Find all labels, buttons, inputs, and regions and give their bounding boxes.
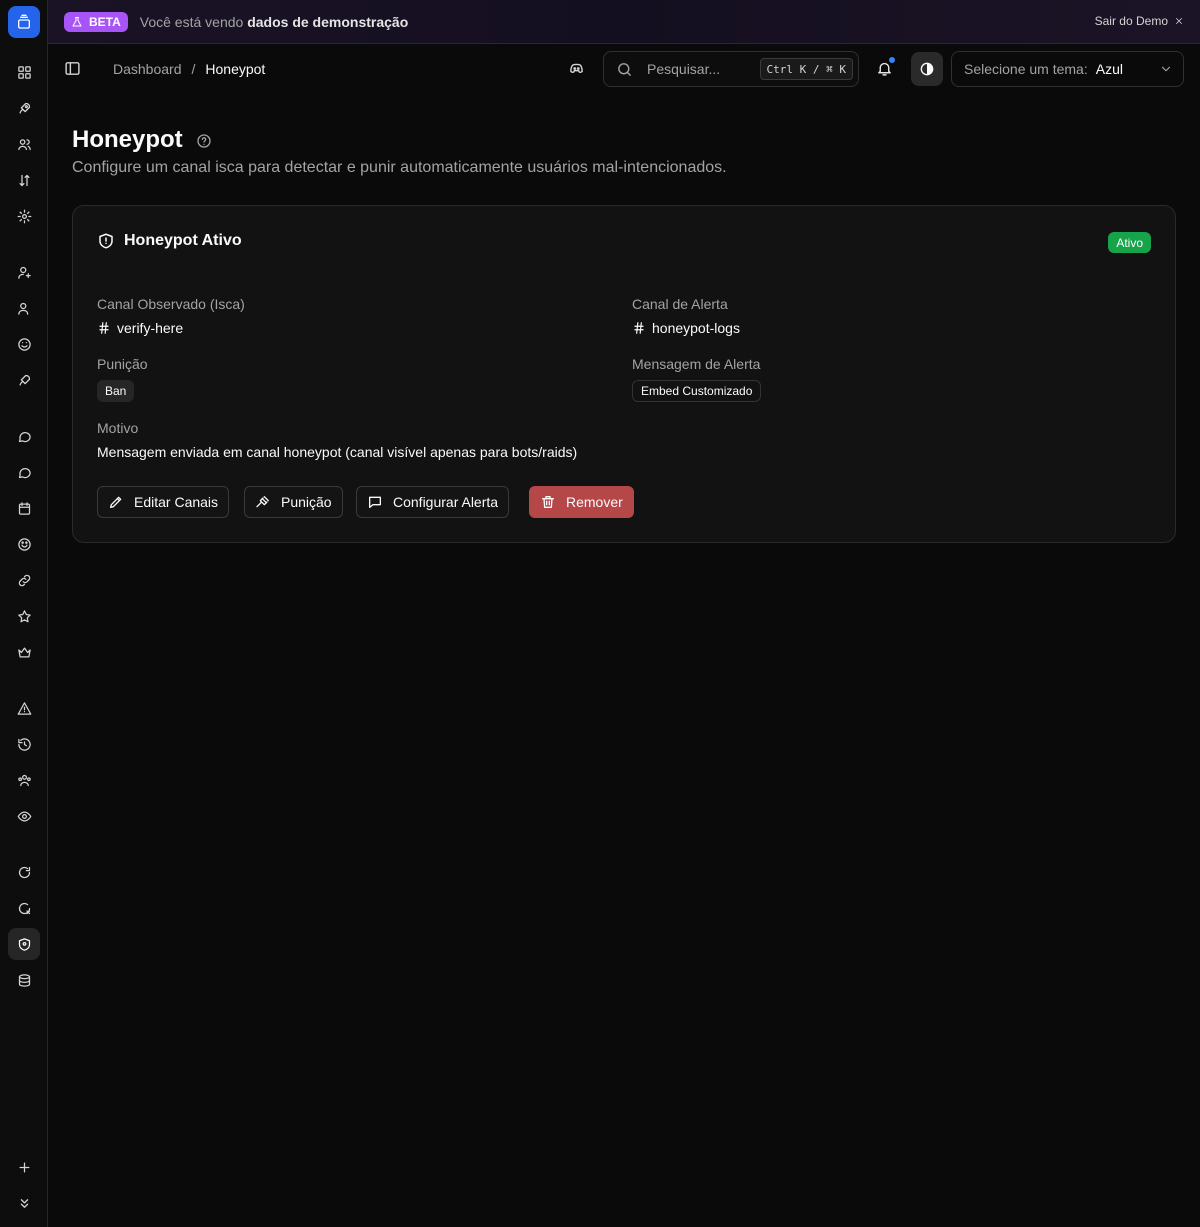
crown-icon[interactable] xyxy=(8,636,40,668)
user-check-icon[interactable] xyxy=(8,292,40,324)
theme-select-label: Selecione um tema: xyxy=(964,61,1088,77)
breadcrumb: Dashboard / Honeypot xyxy=(113,61,265,77)
punishment-button[interactable]: Punição xyxy=(244,486,343,518)
message-square-icon xyxy=(369,496,381,508)
page-title: Honeypot xyxy=(72,126,183,153)
beta-badge-label: BETA xyxy=(89,14,121,29)
watched-channel-value: verify-here xyxy=(97,320,183,336)
link-icon[interactable] xyxy=(8,564,40,596)
chat-bubble-icon[interactable] xyxy=(8,456,40,488)
chevrons-down-icon[interactable] xyxy=(8,1187,40,1219)
card-title-text: Honeypot Ativo xyxy=(124,232,242,249)
eye-icon[interactable] xyxy=(8,800,40,832)
remove-button[interactable]: Remover xyxy=(529,486,634,518)
users-icon[interactable] xyxy=(8,128,40,160)
punishment-label: Punição xyxy=(97,356,148,372)
team-icon[interactable] xyxy=(8,764,40,796)
honeypot-shield-icon[interactable] xyxy=(8,928,40,960)
dashboard-grid-icon[interactable] xyxy=(8,56,40,88)
search-placeholder: Pesquisar... xyxy=(647,61,721,77)
shield-x-icon[interactable] xyxy=(8,892,40,924)
panel-left-icon xyxy=(65,62,80,75)
database-icon[interactable] xyxy=(8,964,40,996)
demo-banner-text: Você está vendo dados de demonstração xyxy=(139,13,409,30)
boost-rocket-icon[interactable] xyxy=(8,364,40,396)
contrast-icon xyxy=(920,62,934,76)
shield-alert-icon xyxy=(99,233,113,249)
warning-triangle-icon[interactable] xyxy=(8,692,40,724)
breadcrumb-separator: / xyxy=(191,61,196,77)
theme-toggle-button[interactable] xyxy=(911,52,943,86)
hash-icon xyxy=(99,322,109,334)
message-circle-icon[interactable] xyxy=(8,420,40,452)
app-logo-icon[interactable] xyxy=(8,6,40,38)
sort-arrows-icon[interactable] xyxy=(8,164,40,196)
sidebar xyxy=(0,0,48,1227)
rocket-icon[interactable] xyxy=(8,92,40,124)
user-plus-icon[interactable] xyxy=(8,256,40,288)
plus-icon[interactable] xyxy=(8,1151,40,1183)
demo-banner: BETA Você está vendo dados de demonstraç… xyxy=(48,0,1200,44)
discord-button[interactable] xyxy=(568,60,585,77)
trash-icon xyxy=(542,496,554,508)
alert-message-label: Mensagem de Alerta xyxy=(632,356,761,372)
card-title: Honeypot Ativo xyxy=(97,232,242,250)
hash-icon xyxy=(634,322,644,334)
notification-dot xyxy=(889,57,895,63)
page-subtitle: Configure um canal isca para detectar e … xyxy=(72,159,727,176)
gamepad-icon xyxy=(570,63,583,74)
close-icon xyxy=(1176,18,1182,24)
beta-badge: BETA xyxy=(64,11,128,32)
exit-demo-button[interactable]: Sair do Demo xyxy=(1095,14,1184,28)
status-badge: Ativo xyxy=(1108,232,1151,253)
reason-label: Motivo xyxy=(97,420,139,436)
flask-icon xyxy=(72,16,82,26)
punishment-badge: Ban xyxy=(97,380,135,402)
alert-message-badge: Embed Customizado xyxy=(632,380,762,402)
exit-demo-label: Sair do Demo xyxy=(1094,14,1168,28)
honeypot-card: Honeypot Ativo Ativo Canal Observado (Is… xyxy=(72,205,1176,543)
history-icon[interactable] xyxy=(8,728,40,760)
chevron-down-icon xyxy=(1161,66,1171,72)
edit-channels-button[interactable]: Editar Canais xyxy=(97,486,230,518)
alert-channel-label: Canal de Alerta xyxy=(632,296,728,312)
pencil-icon xyxy=(110,496,122,508)
star-icon[interactable] xyxy=(8,600,40,632)
breadcrumb-current: Honeypot xyxy=(205,61,266,77)
help-circle-icon xyxy=(197,134,211,148)
calendar-icon[interactable] xyxy=(8,492,40,524)
settings-gear-icon[interactable] xyxy=(8,200,40,232)
alert-channel-value: honeypot-logs xyxy=(632,320,740,336)
theme-select[interactable]: Selecione um tema: Azul xyxy=(951,51,1184,87)
top-header: Dashboard / Honeypot Pesquisar... Ctrl K… xyxy=(48,44,1200,94)
sidebar-toggle-button[interactable] xyxy=(64,60,81,77)
smile-icon[interactable] xyxy=(8,328,40,360)
search-input[interactable]: Pesquisar... Ctrl K / ⌘ K xyxy=(603,51,859,87)
help-button[interactable] xyxy=(196,133,212,149)
configure-alert-button[interactable]: Configurar Alerta xyxy=(356,486,510,518)
refresh-shield-icon[interactable] xyxy=(8,856,40,888)
emoji-icon[interactable] xyxy=(8,528,40,560)
watched-channel-label: Canal Observado (Isca) xyxy=(97,296,245,312)
theme-select-value: Azul xyxy=(1095,61,1123,77)
breadcrumb-dashboard[interactable]: Dashboard xyxy=(113,61,182,77)
reason-value: Mensagem enviada em canal honeypot (cana… xyxy=(97,444,578,460)
gavel-icon xyxy=(256,496,269,508)
search-icon xyxy=(618,62,631,76)
search-shortcut: Ctrl K / ⌘ K xyxy=(759,58,853,80)
